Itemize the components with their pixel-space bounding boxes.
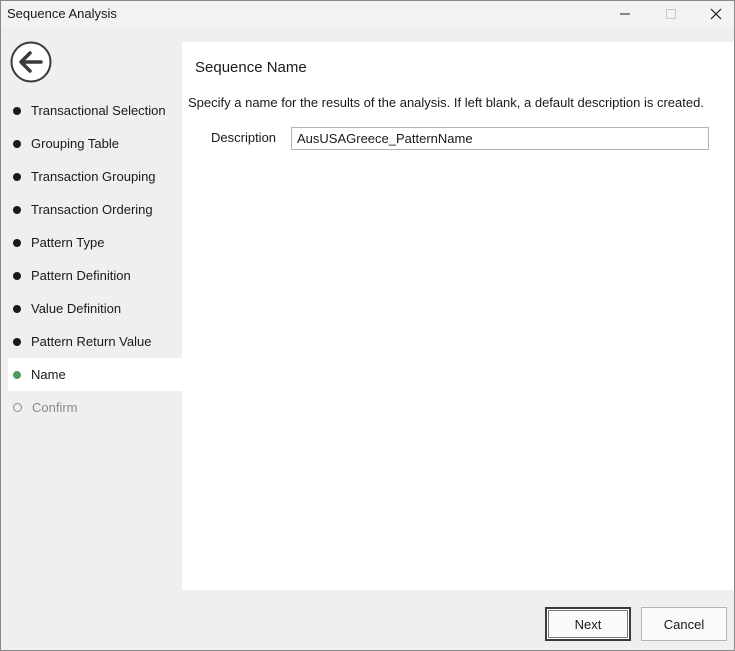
sidebar-item-value-definition[interactable]: Value Definition	[8, 292, 182, 325]
window-title: Sequence Analysis	[7, 6, 117, 21]
cancel-button[interactable]: Cancel	[641, 607, 727, 641]
step-complete-dot	[13, 304, 21, 313]
sidebar-item-pattern-return-value[interactable]: Pattern Return Value	[8, 325, 182, 358]
sequence-analysis-window: Sequence Analysis Transactional Selectio…	[0, 0, 735, 651]
sidebar-item-label: Pattern Definition	[31, 268, 131, 283]
sidebar-item-label: Transaction Grouping	[31, 169, 156, 184]
close-button[interactable]	[693, 1, 734, 27]
sidebar-item-pattern-type[interactable]: Pattern Type	[8, 226, 182, 259]
content-panel: Sequence Name Specify a name for the res…	[182, 42, 734, 590]
sidebar-item-label: Pattern Type	[31, 235, 105, 250]
sidebar-item-confirm[interactable]: Confirm	[8, 391, 182, 424]
close-icon	[710, 8, 722, 20]
maximize-icon	[666, 9, 676, 19]
step-complete-dot	[13, 271, 21, 280]
sidebar-item-label: Transactional Selection	[31, 103, 166, 118]
step-current-dot	[13, 370, 21, 379]
instructions-text: Specify a name for the results of the an…	[188, 95, 704, 110]
sidebar-item-label: Transaction Ordering	[31, 202, 153, 217]
sidebar-item-name[interactable]: Name	[8, 358, 182, 391]
sidebar-item-transaction-grouping[interactable]: Transaction Grouping	[8, 160, 182, 193]
maximize-button[interactable]	[648, 1, 694, 27]
sidebar-item-label: Grouping Table	[31, 136, 119, 151]
step-pending-dot	[13, 403, 22, 412]
title-bar: Sequence Analysis	[1, 1, 734, 27]
step-complete-dot	[13, 205, 21, 214]
sidebar-item-transaction-ordering[interactable]: Transaction Ordering	[8, 193, 182, 226]
step-complete-dot	[13, 106, 21, 115]
minimize-icon	[620, 13, 630, 15]
description-input[interactable]	[291, 127, 709, 150]
sidebar-item-pattern-definition[interactable]: Pattern Definition	[8, 259, 182, 292]
next-button[interactable]: Next	[545, 607, 631, 641]
step-complete-dot	[13, 172, 21, 181]
sidebar-item-grouping-table[interactable]: Grouping Table	[8, 127, 182, 160]
wizard-steps-sidebar: Transactional Selection Grouping Table T…	[1, 27, 182, 650]
sidebar-item-transactional-selection[interactable]: Transactional Selection	[8, 94, 182, 127]
sidebar-item-label: Confirm	[32, 400, 78, 415]
step-complete-dot	[13, 337, 21, 346]
minimize-button[interactable]	[602, 1, 648, 27]
back-arrow-icon	[10, 41, 52, 83]
sidebar-item-label: Pattern Return Value	[31, 334, 152, 349]
back-button[interactable]	[10, 41, 52, 83]
step-complete-dot	[13, 139, 21, 148]
step-complete-dot	[13, 238, 21, 247]
description-label: Description	[211, 130, 277, 145]
section-title: Sequence Name	[195, 59, 307, 76]
sidebar-item-label: Value Definition	[31, 301, 122, 316]
footer-bar: Next Cancel	[1, 590, 734, 650]
sidebar-item-label: Name	[31, 367, 66, 382]
